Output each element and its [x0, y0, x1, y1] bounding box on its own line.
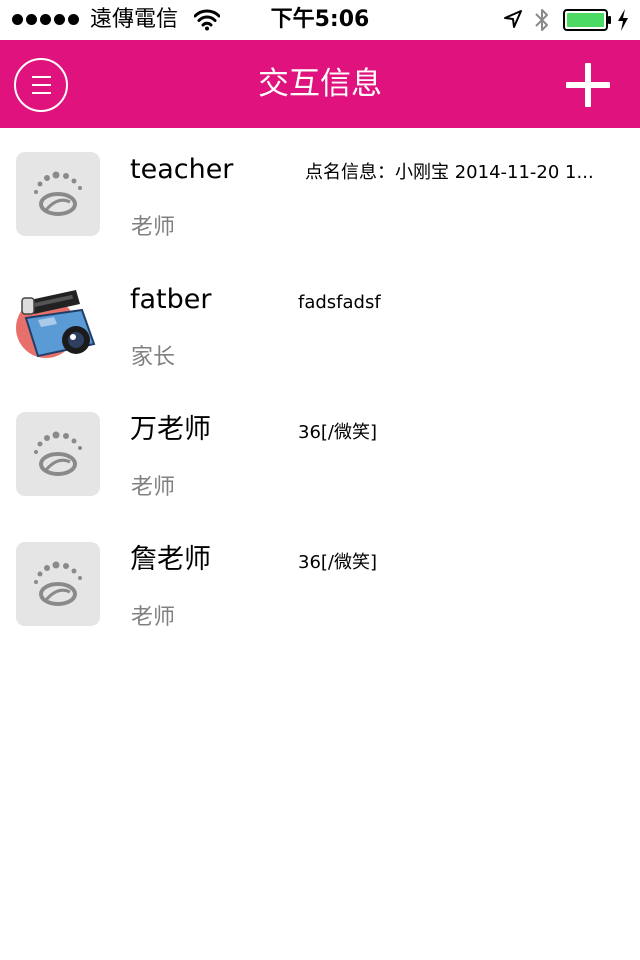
list-item[interactable]: 詹老师 老师 36[/微笑]: [0, 518, 640, 648]
menu-icon: [32, 76, 51, 78]
contact-name: fatber: [130, 284, 212, 315]
charging-bolt-icon: [618, 9, 628, 31]
battery-icon: [563, 9, 611, 31]
conversation-list: teacher 老师 点名信息：小刚宝 2014-11-20 1... fatb…: [0, 128, 640, 648]
contact-name: 万老师: [130, 414, 211, 445]
contact-role: 家长: [131, 345, 176, 370]
contact-role: 老师: [131, 605, 176, 630]
navigation-bar: 交互信息: [0, 40, 640, 128]
page-title: 交互信息: [258, 66, 382, 102]
contact-role: 老师: [131, 475, 176, 500]
list-item[interactable]: fatber 家长 fadsfadsf: [0, 258, 640, 388]
list-item[interactable]: 万老师 老师 36[/微笑]: [0, 388, 640, 518]
last-message: 点名信息：小刚宝 2014-11-20 1...: [305, 162, 594, 183]
add-button[interactable]: [560, 60, 616, 110]
last-message: 36[/微笑]: [298, 552, 378, 573]
plus-icon-stroke: [585, 63, 591, 107]
default-avatar-icon: [16, 152, 100, 236]
contact-name: teacher: [130, 154, 234, 185]
list-item[interactable]: teacher 老师 点名信息：小刚宝 2014-11-20 1...: [0, 128, 640, 258]
bluetooth-icon: [535, 9, 548, 31]
camera-avatar-icon: [16, 282, 100, 366]
last-message: fadsfadsf: [298, 292, 381, 313]
menu-icon-bar: [32, 92, 51, 94]
status-bar: 遠傳電信 下午5:06: [0, 0, 640, 40]
default-avatar-icon: [16, 412, 100, 496]
contact-name: 詹老师: [130, 544, 211, 575]
menu-button[interactable]: [14, 58, 68, 112]
contact-role: 老师: [131, 215, 176, 240]
last-message: 36[/微笑]: [298, 422, 378, 443]
location-arrow-icon: [504, 10, 522, 28]
default-avatar-icon: [16, 542, 100, 626]
menu-icon-bar: [32, 84, 51, 86]
